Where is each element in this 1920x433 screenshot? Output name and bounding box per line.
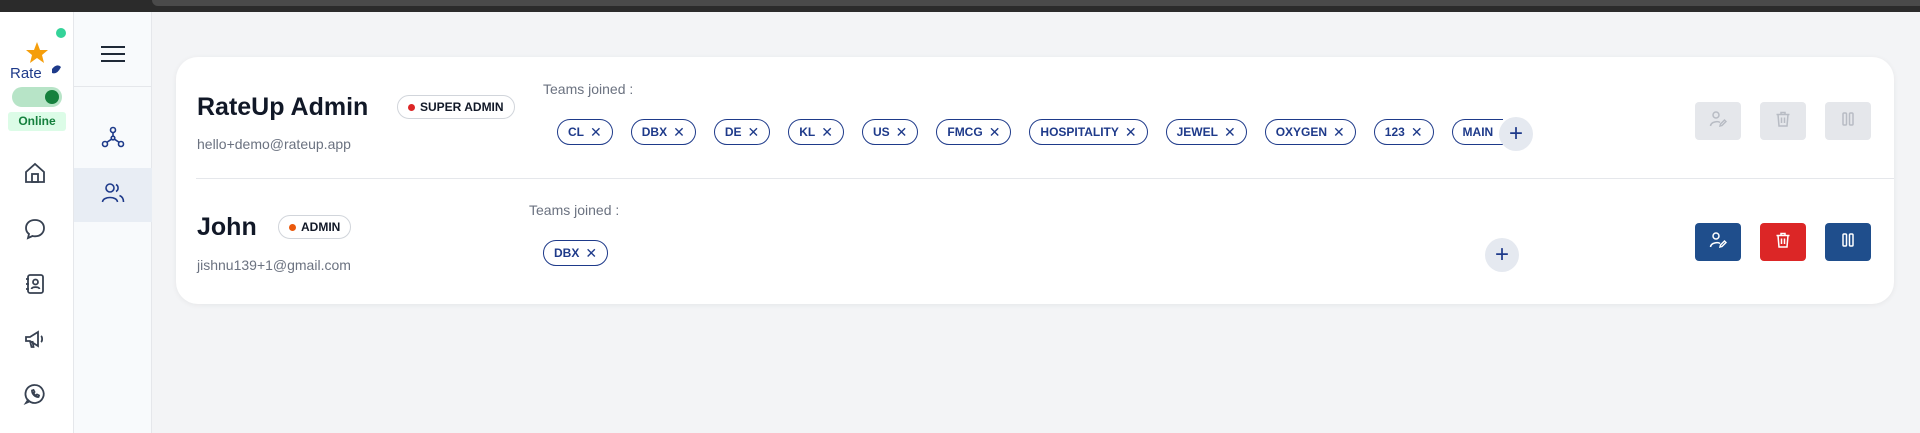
sidebar-item-users[interactable]: [74, 168, 152, 222]
user-edit-icon: [1709, 110, 1728, 133]
online-toggle[interactable]: [12, 87, 62, 107]
hamburger-menu-icon[interactable]: [98, 42, 128, 66]
remove-team-icon[interactable]: ✕: [590, 125, 602, 139]
team-chip-label: MAIN: [1462, 125, 1494, 139]
remove-team-icon[interactable]: ✕: [747, 125, 759, 139]
megaphone-icon[interactable]: [20, 324, 50, 354]
sidebar-divider: [74, 86, 152, 87]
team-chip-label: KL: [799, 125, 816, 139]
team-chip-label: HOSPITALITY: [1040, 125, 1119, 139]
add-team-button[interactable]: +: [1499, 117, 1533, 151]
chat-icon[interactable]: [20, 214, 50, 244]
pause-user-button[interactable]: [1825, 223, 1871, 261]
teams-joined-label: Teams joined :: [529, 202, 620, 218]
role-label: SUPER ADMIN: [420, 100, 504, 114]
team-chip-label: CL: [568, 125, 584, 139]
team-chip[interactable]: FMCG ✕: [936, 119, 1012, 145]
trash-icon: [1774, 110, 1792, 133]
user-row: John ADMIN jishnu139+1@gmail.com Teams j…: [176, 179, 1894, 299]
role-badge: ADMIN: [278, 215, 352, 239]
remove-team-icon[interactable]: ✕: [1333, 125, 1345, 139]
team-chip-label: JEWEL: [1176, 125, 1218, 139]
team-chip-label: US: [872, 125, 890, 139]
remove-team-icon[interactable]: ✕: [1125, 125, 1137, 139]
contacts-book-icon[interactable]: [20, 269, 50, 299]
team-chip[interactable]: OXYGEN ✕: [1264, 119, 1356, 145]
team-chip[interactable]: JEWEL ✕: [1165, 119, 1247, 145]
remove-team-icon[interactable]: ✕: [1411, 125, 1423, 139]
whatsapp-icon[interactable]: [20, 379, 50, 409]
left-rail: Rate Online: [0, 12, 74, 433]
online-status-badge: Online: [8, 112, 66, 131]
team-chip-label: OXYGEN: [1275, 125, 1328, 139]
remove-team-icon[interactable]: ✕: [989, 125, 1001, 139]
pause-icon: [1839, 110, 1857, 133]
team-chip-label: DBX: [554, 246, 580, 260]
network-icon: [100, 124, 126, 155]
trash-icon: [1774, 231, 1792, 254]
team-chips-list: DBX ✕: [543, 240, 1243, 266]
user-email: hello+demo@rateup.app: [197, 136, 351, 152]
pause-icon: [1839, 231, 1857, 254]
remove-team-icon[interactable]: ✕: [896, 125, 908, 139]
team-chip-label: FMCG: [947, 125, 983, 139]
team-chip-label: DE: [724, 125, 742, 139]
role-label: ADMIN: [301, 220, 341, 234]
team-chip[interactable]: US ✕: [861, 119, 919, 145]
edit-user-button[interactable]: [1695, 223, 1741, 261]
browser-top-bar-inner: [152, 0, 1920, 6]
role-dot: [408, 104, 415, 111]
remove-team-icon[interactable]: ✕: [673, 125, 685, 139]
user-name: John: [197, 213, 257, 241]
user-row: RateUp Admin SUPER ADMIN hello+demo@rate…: [176, 57, 1894, 177]
teams-joined-label: Teams joined :: [543, 81, 634, 97]
delete-user-button[interactable]: [1760, 223, 1806, 261]
team-chip[interactable]: MAIN: [1451, 119, 1504, 145]
team-chip[interactable]: DE ✕: [713, 119, 771, 145]
secondary-sidebar: [74, 12, 152, 433]
team-chip[interactable]: 123 ✕: [1373, 119, 1434, 145]
remove-team-icon[interactable]: ✕: [821, 125, 833, 139]
team-chip[interactable]: CL ✕: [557, 119, 613, 145]
user-edit-icon: [1709, 231, 1728, 254]
toggle-knob: [45, 90, 59, 104]
users-card: RateUp Admin SUPER ADMIN hello+demo@rate…: [176, 57, 1894, 304]
delete-user-button[interactable]: [1760, 102, 1806, 140]
edit-user-button[interactable]: [1695, 102, 1741, 140]
browser-top-bar: [0, 0, 1920, 12]
team-chip[interactable]: KL ✕: [788, 119, 844, 145]
user-email: jishnu139+1@gmail.com: [197, 257, 351, 273]
role-badge: SUPER ADMIN: [397, 95, 515, 119]
team-chip[interactable]: DBX ✕: [630, 119, 696, 145]
team-chip[interactable]: HOSPITALITY ✕: [1029, 119, 1148, 145]
users-icon: [100, 180, 126, 211]
home-icon[interactable]: [20, 158, 50, 188]
team-chip[interactable]: DBX ✕: [543, 240, 609, 266]
team-chips-list: CL ✕ DBX ✕ DE ✕ KL ✕ US ✕ FMCG ✕ HOSPITALITY ✕ JEWEL ✕ O…: [557, 119, 1861, 145]
role-dot: [289, 224, 296, 231]
user-name: RateUp Admin: [197, 93, 369, 121]
add-team-button[interactable]: +: [1485, 238, 1519, 272]
sidebar-item-network[interactable]: [74, 112, 152, 166]
remove-team-icon[interactable]: ✕: [585, 246, 597, 260]
presence-dot: [56, 28, 66, 38]
team-chip-label: 123: [1384, 125, 1405, 139]
team-chip-label: DBX: [641, 125, 668, 139]
logo-text: Rate: [10, 65, 42, 82]
pause-user-button[interactable]: [1825, 102, 1871, 140]
remove-team-icon[interactable]: ✕: [1224, 125, 1236, 139]
